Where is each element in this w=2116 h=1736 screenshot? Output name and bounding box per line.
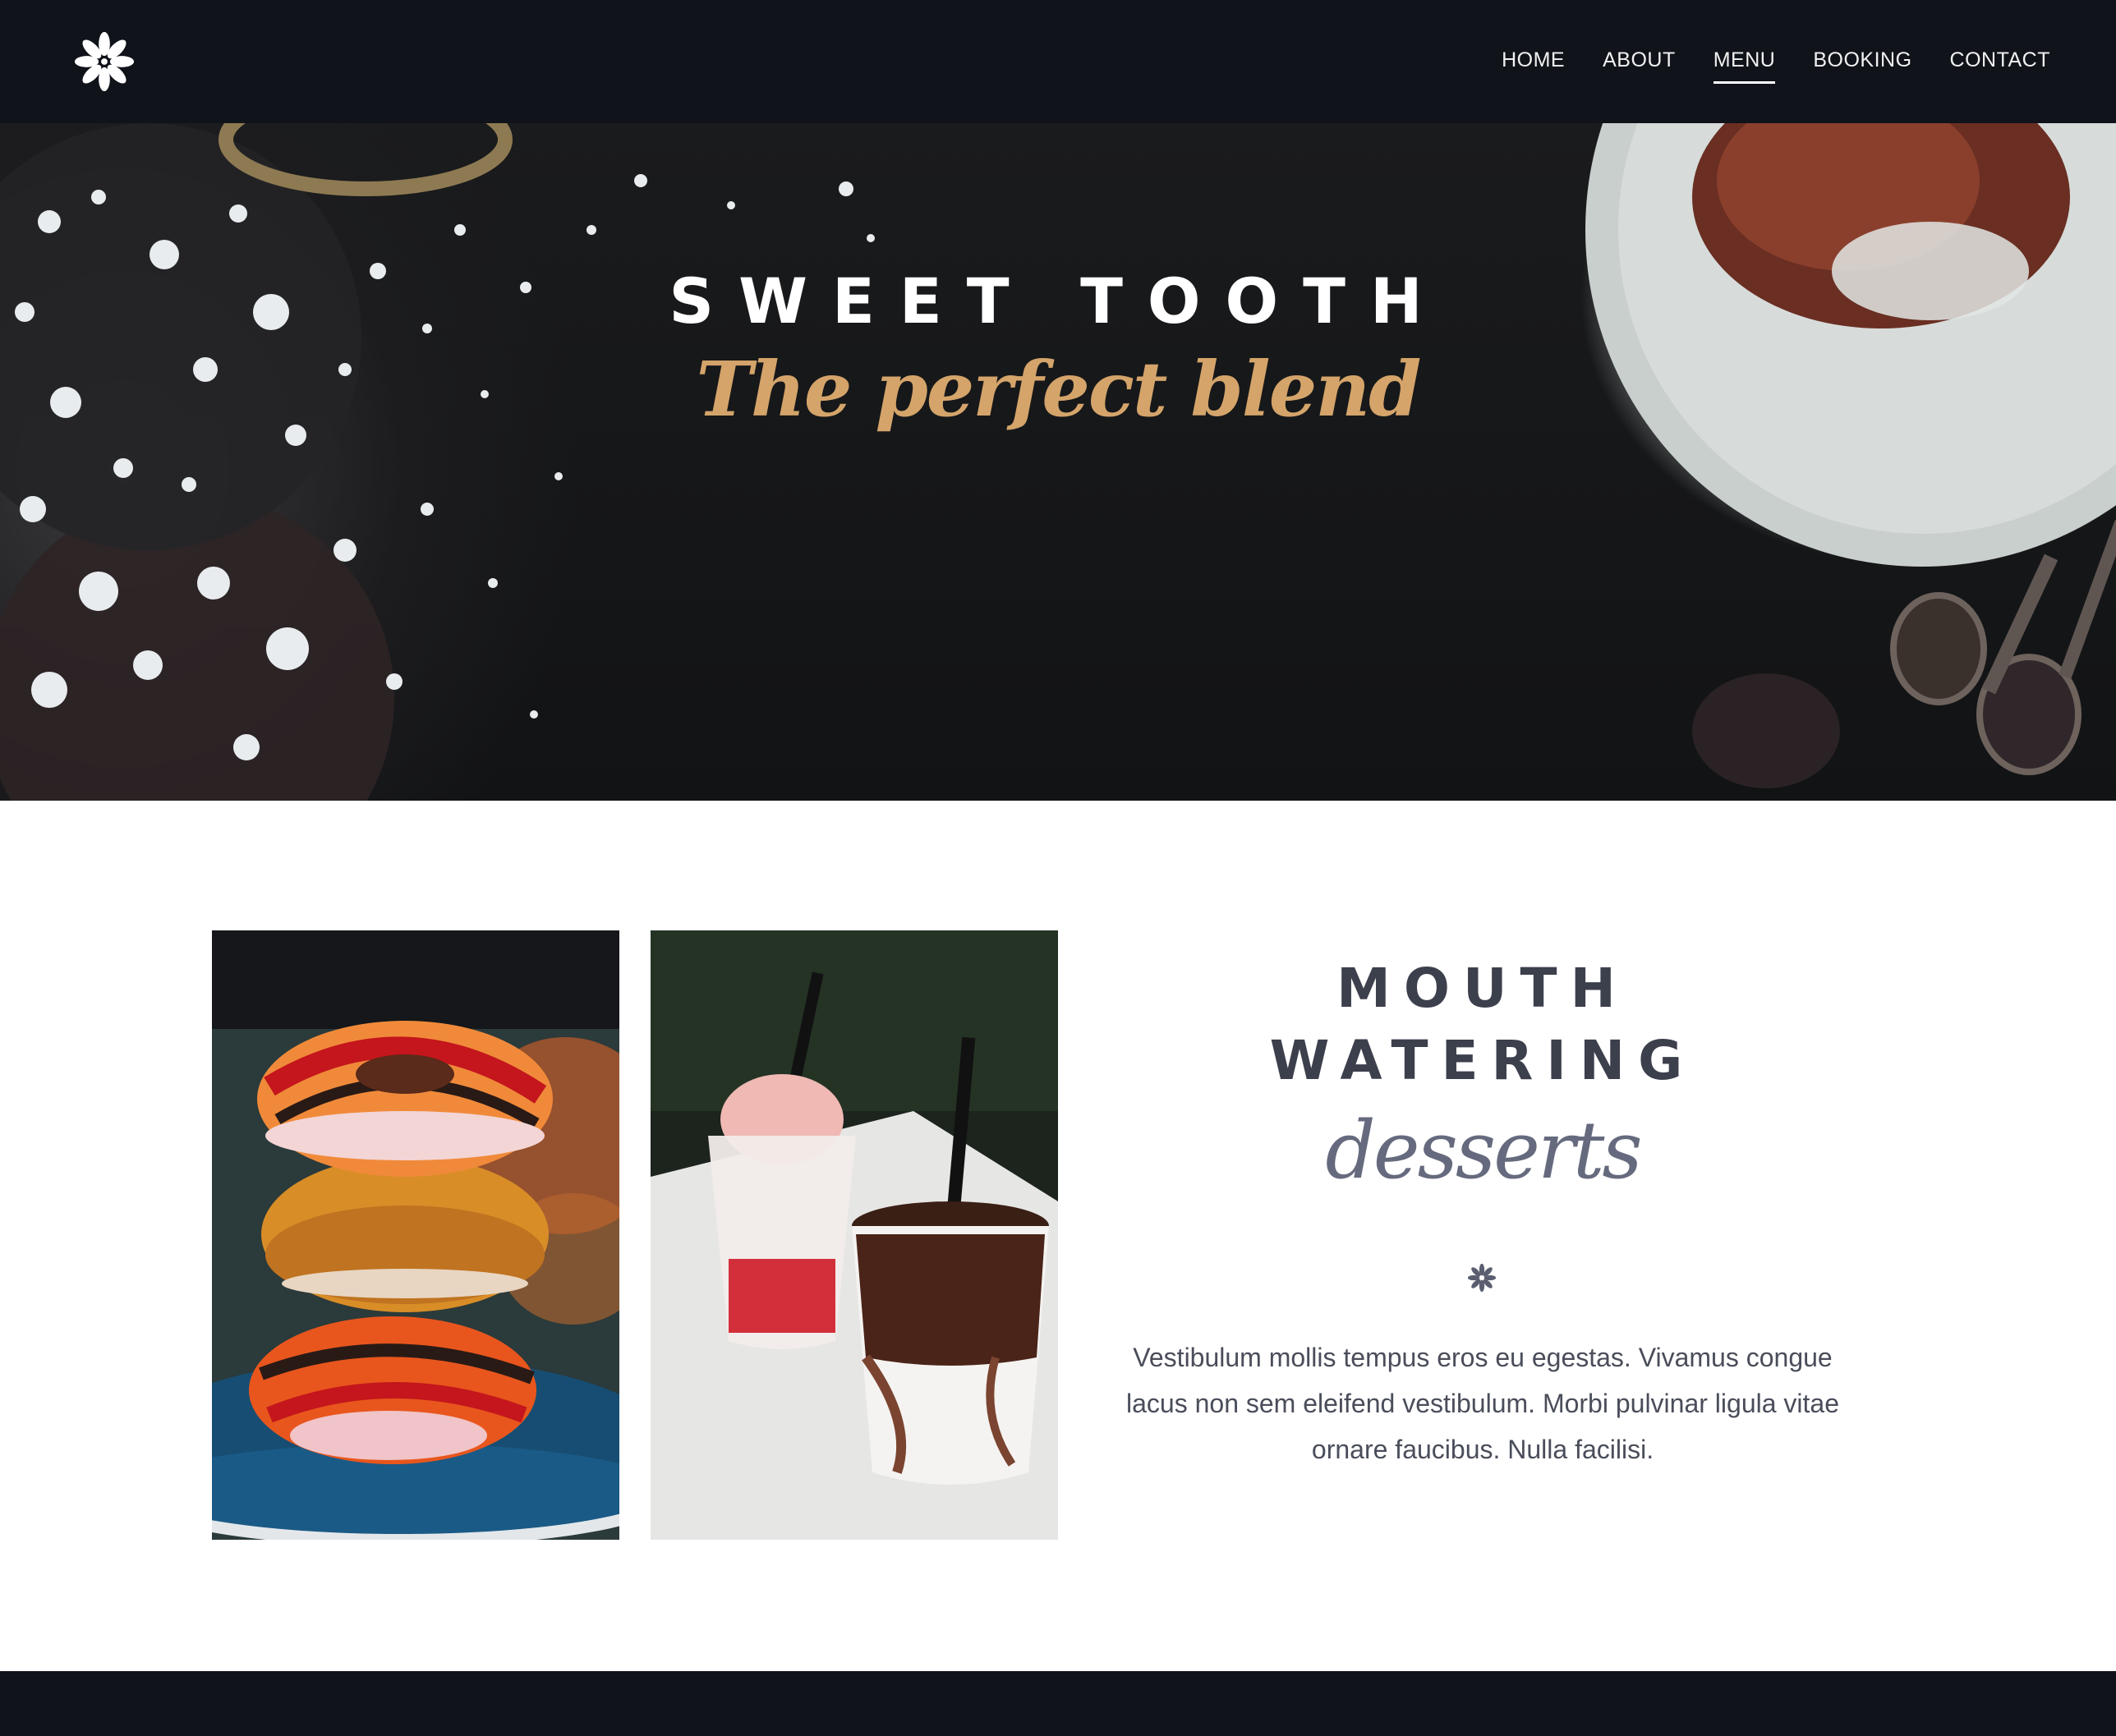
hero-banner: SWEET TOOTH The perfect blend: [0, 123, 2116, 801]
asterisk-icon: [1467, 1263, 1497, 1293]
stacked-bagels-photo: [212, 930, 619, 1540]
top-navbar: HOME ABOUT MENU BOOKING CONTACT: [0, 0, 2116, 123]
headline-line-2: WATERING: [1269, 1029, 1696, 1092]
asterisk-flower-icon[interactable]: [72, 30, 136, 94]
footer-bar: [0, 1671, 2116, 1736]
headline-line-1: MOUTH: [1336, 957, 1629, 1020]
nav-contact[interactable]: CONTACT: [1950, 48, 2050, 76]
section-headline: MOUTH WATERING: [1068, 953, 1898, 1097]
nav-menu[interactable]: MENU: [1713, 48, 1776, 84]
section-body-text: Vestibulum mollis tempus eros eu egestas…: [1126, 1343, 1839, 1464]
nav-home[interactable]: HOME: [1502, 48, 1565, 76]
iced-drinks-photo: [651, 930, 1058, 1540]
hero-title: SWEET TOOTH: [669, 264, 1447, 338]
nav-about[interactable]: ABOUT: [1603, 48, 1676, 76]
section-script-word: desserts: [1325, 1105, 1642, 1196]
main-nav: HOME ABOUT MENU BOOKING CONTACT: [1502, 0, 2050, 123]
nav-booking[interactable]: BOOKING: [1813, 48, 1911, 76]
hero-subtitle: The perfect blend: [696, 345, 1422, 434]
hero-background-image: [0, 123, 2116, 801]
